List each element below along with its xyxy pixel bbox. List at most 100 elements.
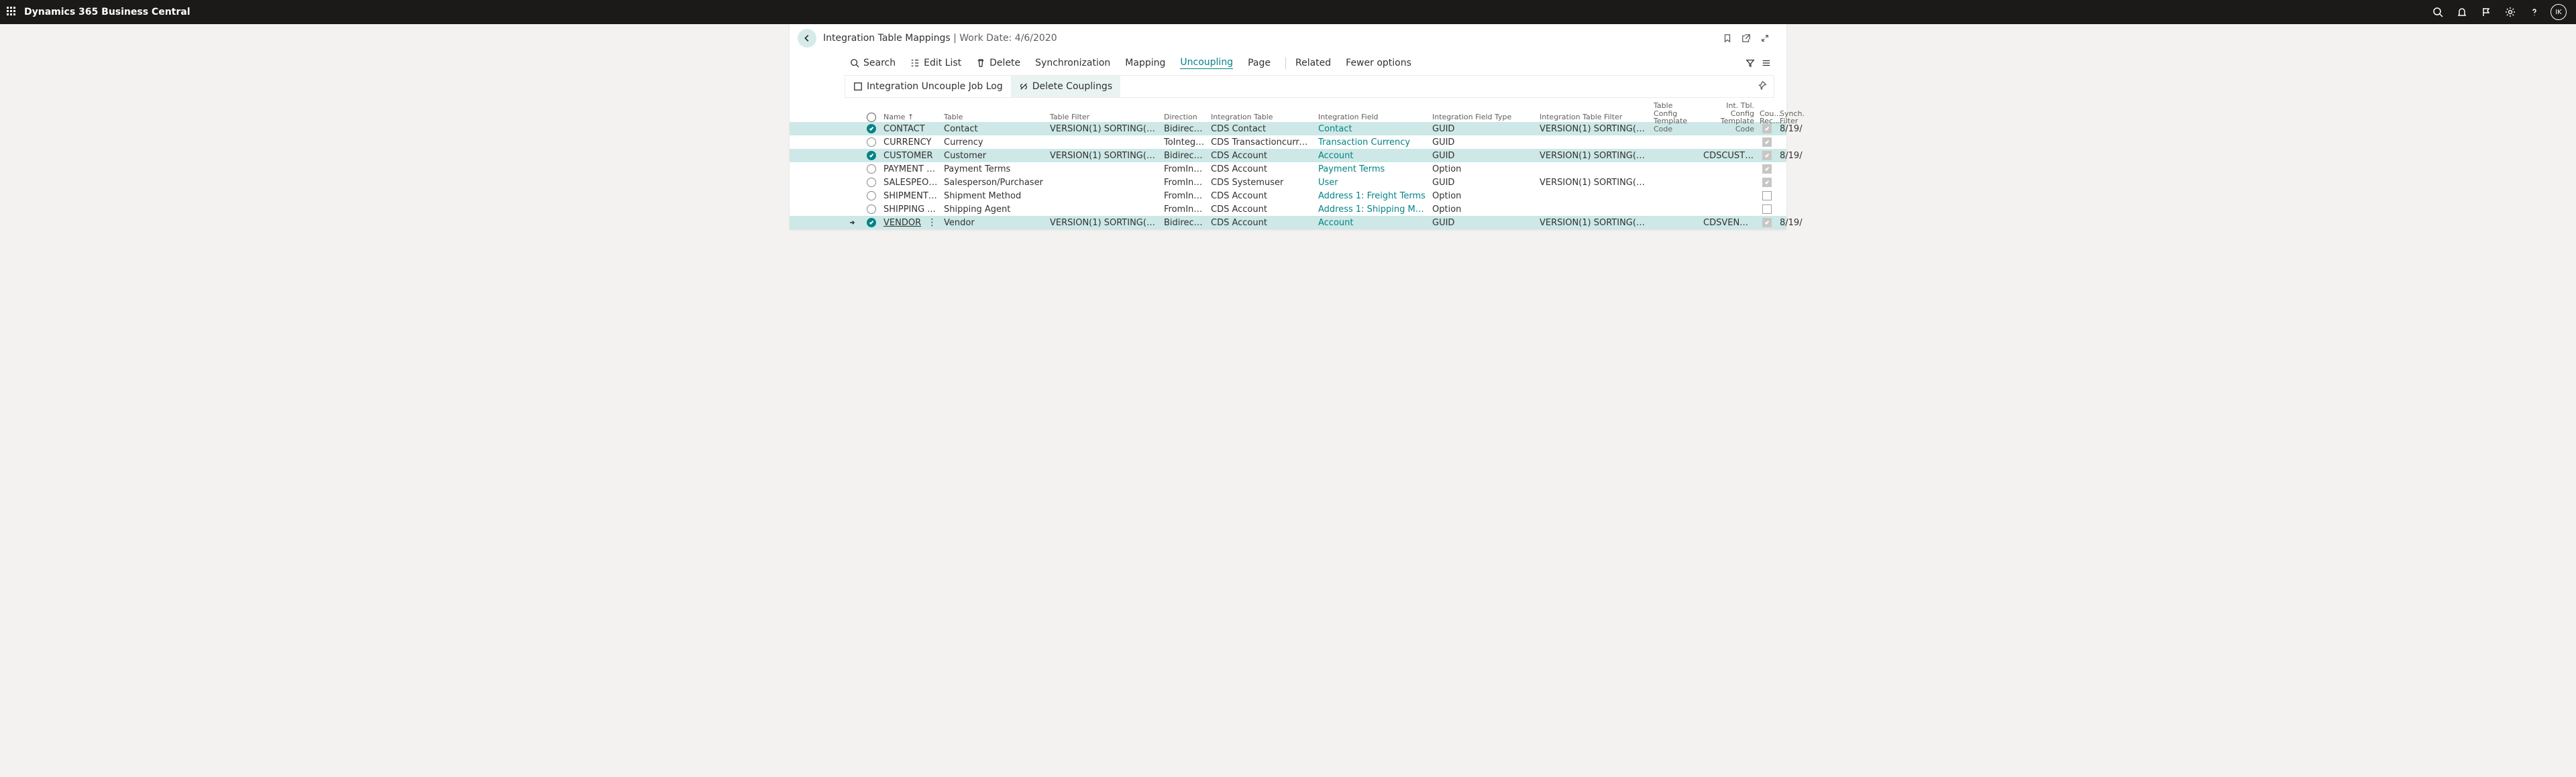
cell-cou-rec-checkbox[interactable] <box>1760 204 1780 214</box>
cell-table[interactable]: Currency <box>944 137 1050 147</box>
cell-cou-rec-checkbox[interactable] <box>1760 151 1780 160</box>
bookmark-icon[interactable] <box>1718 34 1737 43</box>
cell-integration-field[interactable]: Payment Terms <box>1318 164 1432 174</box>
cell-table[interactable]: Customer <box>944 151 1050 161</box>
filter-icon[interactable] <box>1742 58 1758 68</box>
col-direction[interactable]: Direction <box>1164 113 1211 121</box>
col-name[interactable]: Name ↑ <box>883 113 944 121</box>
row-actions-icon[interactable]: ⋮ <box>921 217 937 228</box>
col-int-tbl-cfg-code[interactable]: Int. Tbl. Config Template Code <box>1703 102 1760 133</box>
flag-icon[interactable] <box>2474 0 2498 24</box>
cell-integration-field[interactable]: Address 1: Shipping Method <box>1318 204 1432 215</box>
cell-int-tbl-cfg-template[interactable]: CDSVENDOR <box>1703 218 1760 228</box>
cell-integration-field-type[interactable]: Option <box>1432 204 1540 215</box>
cell-integration-field-type[interactable]: GUID <box>1432 124 1540 134</box>
cell-integration-table-filter[interactable]: VERSION(1) SORTING(Field1) W... <box>1540 218 1654 228</box>
col-integ-field[interactable]: Integration Field <box>1318 113 1432 121</box>
cell-integration-table[interactable]: CDS Contact <box>1211 124 1318 134</box>
row-selector[interactable] <box>865 137 883 147</box>
cell-integration-table[interactable]: CDS Account <box>1211 204 1318 215</box>
cell-cou-rec-checkbox[interactable] <box>1760 124 1780 133</box>
col-tbl-cfg-code[interactable]: Table Config Template Code <box>1654 102 1703 133</box>
col-table[interactable]: Table <box>944 113 1050 121</box>
cell-direction[interactable]: ToIntegrati... <box>1164 137 1211 147</box>
app-launcher-icon[interactable] <box>7 7 17 17</box>
cell-name[interactable]: CUSTOMER <box>883 151 944 161</box>
cell-table-filter[interactable]: VERSION(1) SORTING(Field1) W... <box>1050 124 1164 134</box>
search-command[interactable]: Search <box>850 58 896 68</box>
cell-direction[interactable]: Bidirectional <box>1164 124 1211 134</box>
open-new-window-icon[interactable] <box>1737 34 1756 43</box>
table-row[interactable]: CUSTOMERCustomer VERSION(1) SORTING(Field… <box>790 149 1786 162</box>
cell-integration-table[interactable]: CDS Account <box>1211 164 1318 174</box>
table-row[interactable]: CONTACT Contact VERSION(1) SORTING(Field1)… <box>790 122 1786 135</box>
cell-name[interactable]: SHIPPING ... <box>883 204 944 215</box>
user-avatar[interactable]: IK <box>2551 4 2567 20</box>
select-all[interactable] <box>865 113 883 122</box>
cell-integration-table[interactable]: CDS Systemuser <box>1211 178 1318 188</box>
table-row[interactable]: SALESPEOP...Salesperson/PurchaserFromInt… <box>790 176 1786 189</box>
cell-integration-field-type[interactable]: GUID <box>1432 137 1540 147</box>
synchronization-menu[interactable]: Synchronization <box>1035 58 1110 68</box>
help-icon[interactable] <box>2522 0 2546 24</box>
cell-synch-filter[interactable]: 8/19/ <box>1780 218 1820 228</box>
cell-integration-field-type[interactable]: GUID <box>1432 178 1540 188</box>
delete-command[interactable]: Delete <box>976 58 1020 68</box>
cell-cou-rec-checkbox[interactable] <box>1760 164 1780 174</box>
cell-integration-field-type[interactable]: Option <box>1432 191 1540 201</box>
table-row[interactable]: SHIPPING ...Shipping AgentFromIntegr...C… <box>790 202 1786 216</box>
row-selector[interactable] <box>865 124 883 133</box>
delete-couplings-button[interactable]: Delete Couplings <box>1011 76 1120 97</box>
cell-int-tbl-cfg-template[interactable]: CDSCUSTOME <box>1703 151 1760 161</box>
uncouple-job-log-button[interactable]: Integration Uncouple Job Log <box>845 76 1011 97</box>
pin-icon[interactable] <box>1758 80 1774 93</box>
cell-cou-rec-checkbox[interactable] <box>1760 178 1780 187</box>
cell-integration-table-filter[interactable]: VERSION(1) SORTING(Field1) W... <box>1540 151 1654 161</box>
settings-gear-icon[interactable] <box>2498 0 2522 24</box>
cell-integration-table[interactable]: CDS Account <box>1211 151 1318 161</box>
cell-integration-table[interactable]: CDS Account <box>1211 191 1318 201</box>
cell-cou-rec-checkbox[interactable] <box>1760 191 1780 200</box>
cell-cou-rec-checkbox[interactable] <box>1760 218 1780 227</box>
collapse-icon[interactable] <box>1756 34 1774 43</box>
related-menu[interactable]: Related <box>1295 58 1331 68</box>
col-table-filter[interactable]: Table Filter <box>1050 113 1164 121</box>
table-row[interactable]: PAYMENT T...Payment TermsFromIntegr...CD… <box>790 162 1786 176</box>
cell-name[interactable]: CONTACT <box>883 124 944 134</box>
cell-direction[interactable]: FromIntegr... <box>1164 178 1211 188</box>
cell-integration-field[interactable]: Contact <box>1318 124 1432 134</box>
list-view-icon[interactable] <box>1758 58 1774 68</box>
cell-direction[interactable]: FromIntegr... <box>1164 191 1211 201</box>
cell-integration-table[interactable]: CDS Account <box>1211 218 1318 228</box>
col-integ-table-filter[interactable]: Integration Table Filter <box>1540 113 1654 121</box>
table-row[interactable]: VENDOR ⋮VendorVERSION(1) SORTING(Field1)… <box>790 216 1786 229</box>
cell-integration-table[interactable]: CDS Transactioncurrency <box>1211 137 1318 147</box>
mapping-menu[interactable]: Mapping <box>1125 58 1165 68</box>
cell-integration-field[interactable]: Address 1: Freight Terms <box>1318 191 1432 201</box>
cell-integration-field[interactable]: Account <box>1318 218 1432 228</box>
col-integ-field-type[interactable]: Integration Field Type <box>1432 113 1540 121</box>
cell-name[interactable]: PAYMENT T... <box>883 164 944 174</box>
table-row[interactable]: SHIPMENT ...Shipment MethodFromIntegr...… <box>790 189 1786 202</box>
cell-integration-field-type[interactable]: Option <box>1432 164 1540 174</box>
col-cou-rec[interactable]: Cou... Rec... <box>1760 110 1780 125</box>
cell-integration-table-filter[interactable]: VERSION(1) SORTING(Field1) W... <box>1540 124 1654 134</box>
col-integ-table[interactable]: Integration Table <box>1211 113 1318 121</box>
row-selector[interactable] <box>865 164 883 174</box>
cell-name[interactable]: SALESPEOP... <box>883 178 944 188</box>
cell-integration-field[interactable]: Account <box>1318 151 1432 161</box>
notifications-icon[interactable] <box>2450 0 2474 24</box>
row-selector[interactable] <box>865 204 883 214</box>
search-icon[interactable] <box>2426 0 2450 24</box>
cell-synch-filter[interactable]: 8/19/ <box>1780 124 1820 134</box>
uncoupling-menu[interactable]: Uncoupling <box>1180 57 1233 69</box>
cell-integration-field[interactable]: User <box>1318 178 1432 188</box>
cell-integration-table-filter[interactable]: VERSION(1) SORTING(Field1) W... <box>1540 178 1654 188</box>
cell-integration-field-type[interactable]: GUID <box>1432 218 1540 228</box>
cell-synch-filter[interactable]: 8/19/ <box>1780 151 1820 161</box>
cell-name[interactable]: SHIPMENT ... <box>883 191 944 201</box>
page-menu[interactable]: Page <box>1248 58 1271 68</box>
cell-table[interactable]: Payment Terms <box>944 164 1050 174</box>
fewer-options[interactable]: Fewer options <box>1346 58 1411 68</box>
cell-table[interactable]: Vendor <box>944 218 1050 228</box>
